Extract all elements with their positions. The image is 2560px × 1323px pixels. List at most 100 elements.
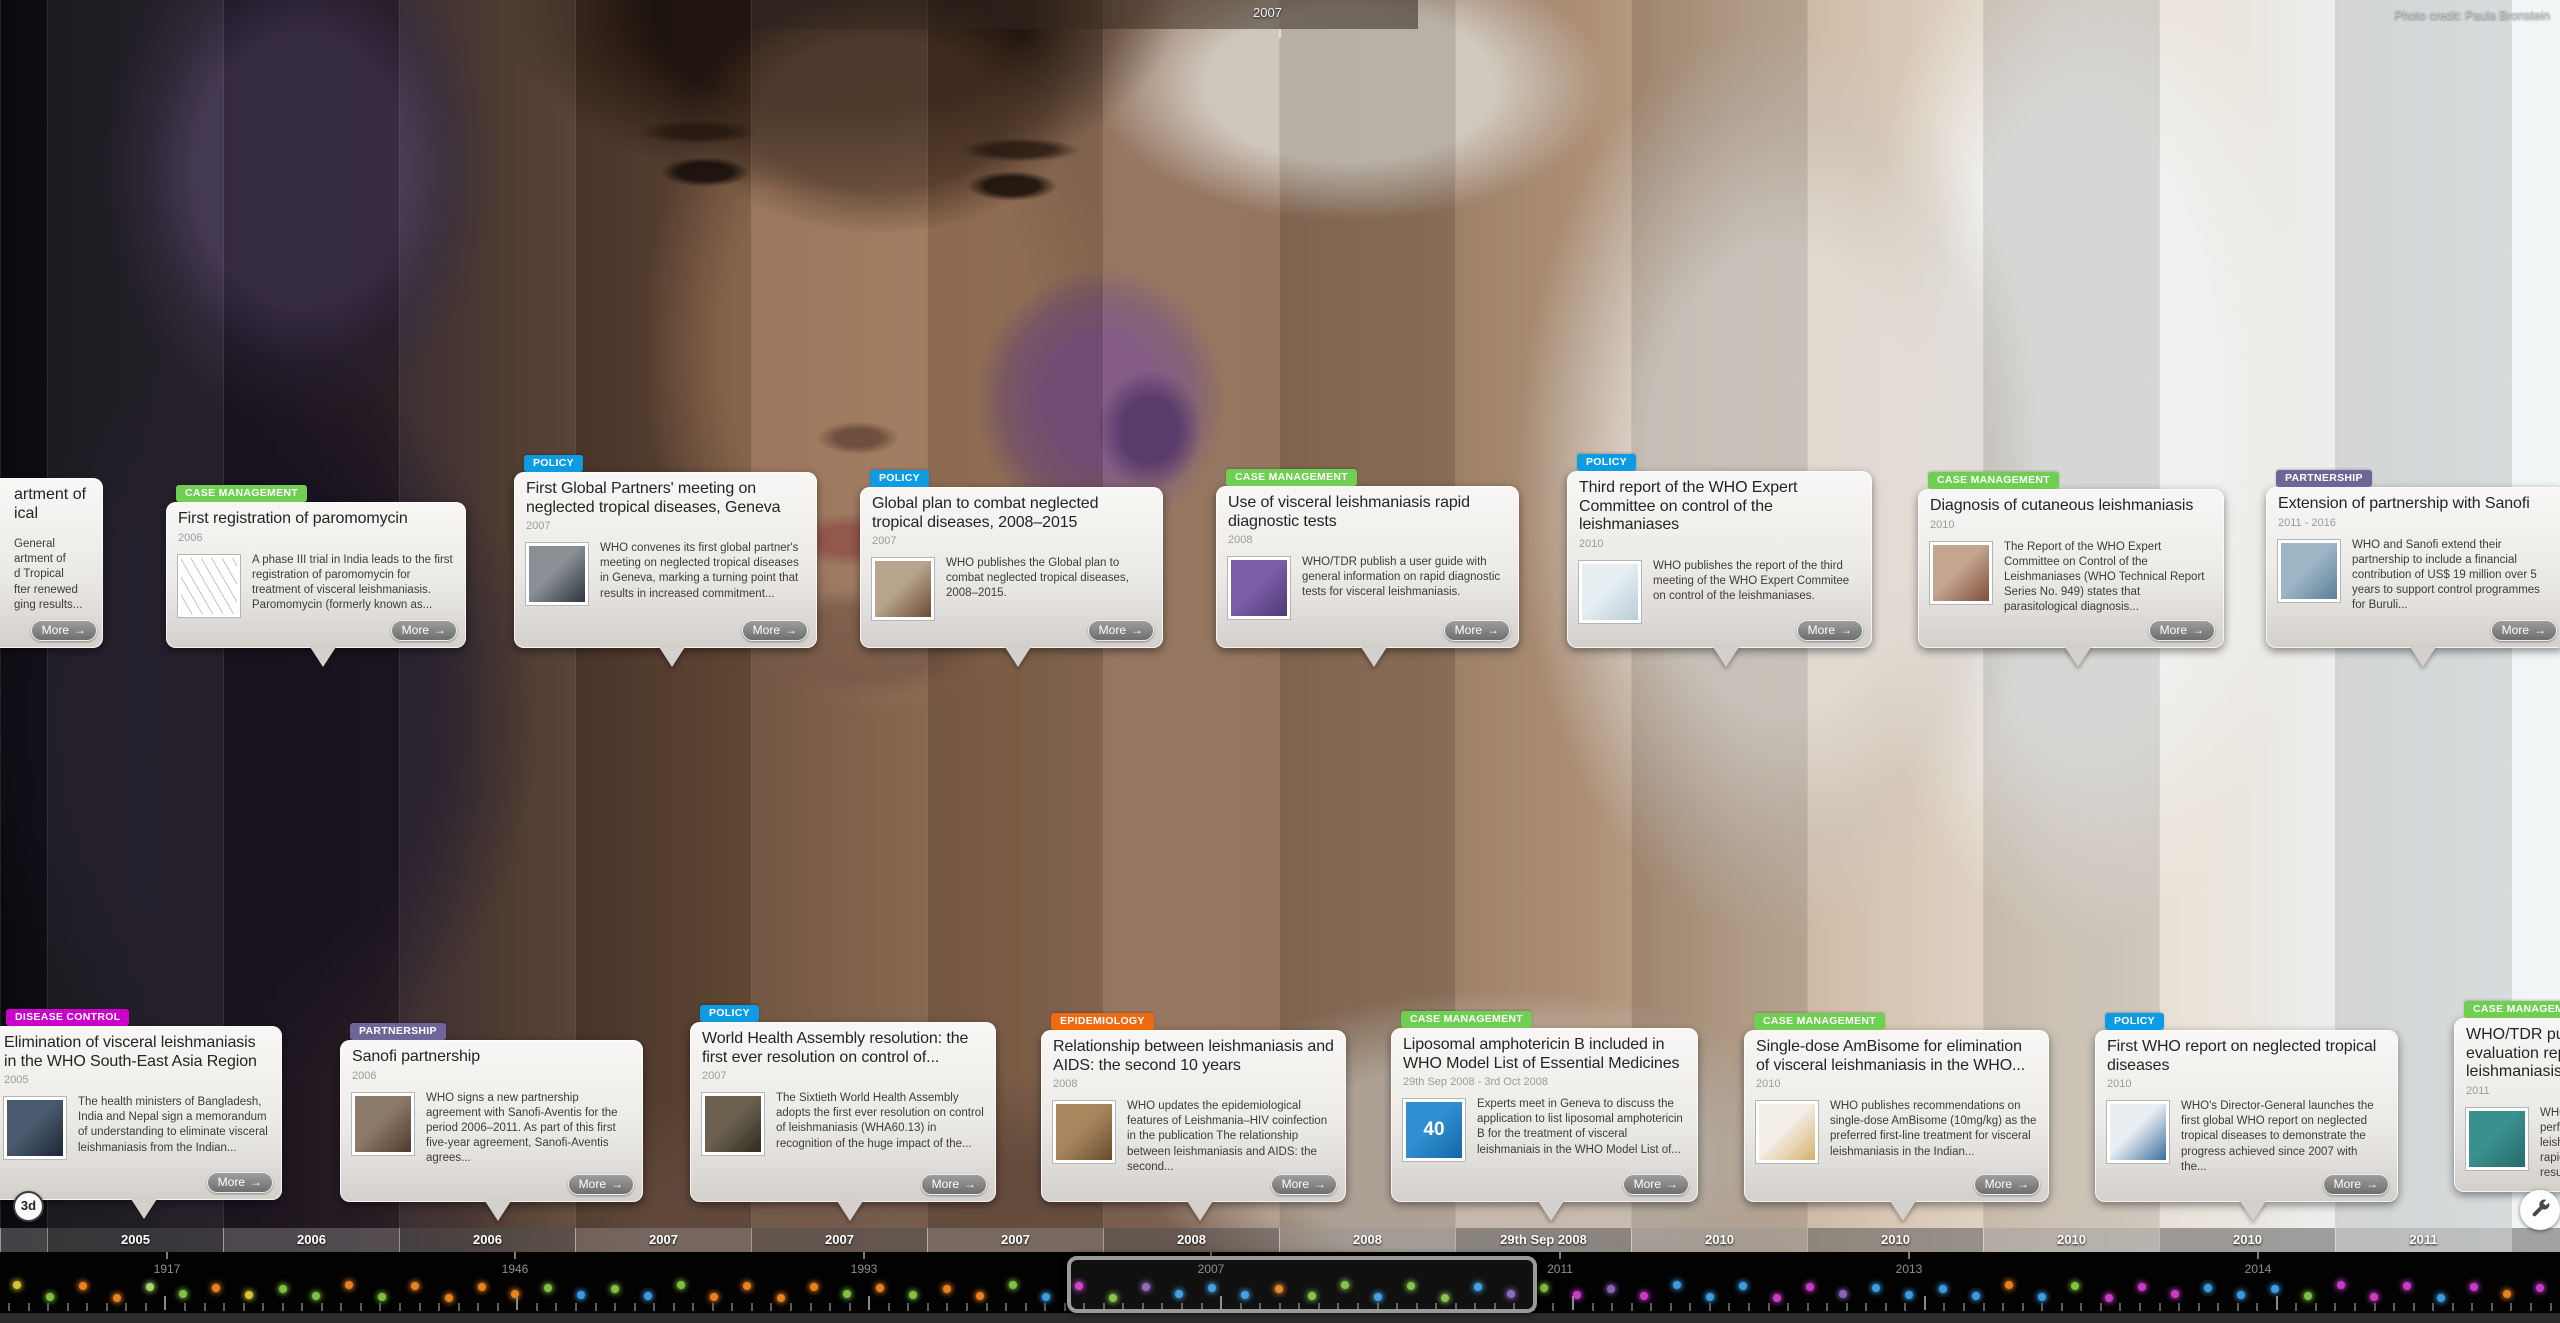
card-description-row: WHO and Sanofi extend their partnership …	[2278, 538, 2554, 614]
year-band-segment[interactable]: 2007	[751, 1228, 927, 1252]
year-band-segment[interactable]: 2007	[927, 1228, 1103, 1252]
event-dot	[179, 1290, 187, 1298]
event-card-top-3[interactable]: POLICYFirst Global Partners' meeting on …	[514, 472, 817, 648]
event-card-top-5[interactable]: CASE MANAGEMENTUse of visceral leishmani…	[1216, 486, 1519, 648]
photo-credit: Photo credit: Paula Bronstein	[2395, 8, 2550, 22]
ruler-tick	[223, 1303, 225, 1311]
ruler-tick	[86, 1303, 88, 1311]
card-title: Elimination of visceral leishmaniasis in…	[4, 1034, 270, 1071]
ruler-tick	[2393, 1303, 2395, 1311]
more-button[interactable]: More→	[1444, 620, 1510, 641]
ruler-tick	[829, 1303, 831, 1311]
event-card-bottom-8[interactable]: CASE MANAGEMENTWHO/TDR pulevaluation rep…	[2454, 1018, 2560, 1192]
year-band-segment[interactable]	[0, 1228, 47, 1252]
event-card-top-7[interactable]: CASE MANAGEMENTDiagnosis of cutaneous le…	[1918, 489, 2224, 648]
3d-view-button[interactable]: 3d	[13, 1191, 44, 1222]
event-card-bottom-3[interactable]: POLICYWorld Health Assembly resolution: …	[690, 1022, 996, 1202]
more-button[interactable]: More→	[2491, 620, 2557, 641]
event-card-bottom-6[interactable]: CASE MANAGEMENTSingle-dose AmBisome for …	[1744, 1030, 2049, 1202]
more-button[interactable]: More→	[742, 620, 808, 641]
event-dot	[312, 1292, 320, 1300]
current-period-label: 2007	[1253, 5, 1282, 20]
year-band-segment[interactable]: 2011	[2335, 1228, 2511, 1252]
category-badge: CASE MANAGEMENT	[1401, 1011, 1532, 1028]
card-date: 2007	[526, 520, 805, 532]
ruler-tick	[184, 1303, 186, 1311]
ruler-tick	[614, 1303, 616, 1311]
ruler-tick	[262, 1303, 264, 1311]
more-button[interactable]: More→	[1623, 1174, 1689, 1195]
category-badge: CASE MANAGEMENT	[2464, 1001, 2560, 1018]
year-band-segment[interactable]	[2511, 1228, 2560, 1252]
ruler-tick	[927, 1303, 929, 1311]
event-dot	[611, 1285, 619, 1293]
mini-timeline-tick	[1559, 1252, 1561, 1259]
category-badge: CASE MANAGEMENT	[1754, 1013, 1885, 1030]
ruler-tick	[47, 1303, 49, 1311]
event-card-bottom-5[interactable]: CASE MANAGEMENTLiposomal amphotericin B …	[1391, 1028, 1698, 1202]
event-card-bottom-7[interactable]: POLICYFirst WHO report on neglected trop…	[2095, 1030, 2398, 1202]
mini-timeline-year-label: 2007	[1198, 1262, 1225, 1276]
year-band-segment[interactable]: 2010	[2159, 1228, 2335, 1252]
card-description-fragment: WHO	[2540, 1106, 2560, 1121]
more-button[interactable]: More→	[207, 1172, 273, 1193]
ruler-tick	[810, 1303, 812, 1311]
event-dot	[1806, 1283, 1814, 1291]
card-pointer-tail	[2410, 647, 2436, 667]
card-description: A phase III trial in India leads to the …	[252, 553, 454, 614]
more-button[interactable]: More→	[568, 1174, 634, 1195]
ruler-tick	[2315, 1303, 2317, 1311]
more-button[interactable]: More→	[1088, 620, 1154, 641]
year-band-segment[interactable]: 2008	[1103, 1228, 1279, 1252]
event-card-top-2[interactable]: CASE MANAGEMENTFirst registration of par…	[166, 502, 466, 648]
card-date: 2007	[872, 535, 1151, 547]
card-description-row: WHOperforleishmrapidresult	[2466, 1106, 2560, 1182]
card-description-row: The Report of the WHO Expert Committee o…	[1930, 540, 2212, 616]
card-title: Use of visceral leishmaniasis rapid diag…	[1228, 494, 1507, 531]
event-card-top-6[interactable]: POLICYThird report of the WHO Expert Com…	[1567, 471, 1872, 648]
event-card-bottom-2[interactable]: PARTNERSHIPSanofi partnership2006WHO sig…	[340, 1040, 643, 1202]
range-slider[interactable]	[1067, 1256, 1537, 1313]
year-band-segment[interactable]: 2010	[1631, 1228, 1807, 1252]
event-card-top-8[interactable]: PARTNERSHIPExtension of partnership with…	[2266, 487, 2560, 648]
ruler-tick	[2550, 1303, 2552, 1311]
ruler-tick	[986, 1303, 988, 1311]
more-button[interactable]: More→	[2323, 1174, 2389, 1195]
ruler-tick	[1552, 1303, 1554, 1311]
assembly-hall-photo-thumb	[702, 1093, 764, 1155]
more-button[interactable]: More→	[31, 620, 97, 641]
event-card-bottom-1[interactable]: DISEASE CONTROLElimination of visceral l…	[0, 1026, 282, 1200]
ruler-tick	[2022, 1303, 2024, 1311]
more-button[interactable]: More→	[1797, 620, 1863, 641]
year-band-segment[interactable]: 2010	[1807, 1228, 1983, 1252]
event-dot	[1673, 1281, 1681, 1289]
wrench-icon	[2529, 1197, 2551, 1224]
ruler-tick	[634, 1303, 636, 1311]
mini-timeline-year-label: 2011	[1547, 1262, 1573, 1276]
event-card-bottom-4[interactable]: EPIDEMIOLOGYRelationship between leishma…	[1041, 1030, 1346, 1202]
year-band-segment[interactable]: 2007	[575, 1228, 751, 1252]
more-button[interactable]: More→	[391, 620, 457, 641]
more-button[interactable]: More→	[1974, 1174, 2040, 1195]
year-band-segment[interactable]: 2006	[399, 1228, 575, 1252]
ruler-tick	[2198, 1303, 2200, 1311]
event-card-top-1[interactable]: artment oficalGeneralartment ofd Tropica…	[0, 478, 103, 648]
year-band-segment[interactable]: 2010	[1983, 1228, 2159, 1252]
ruler-tick	[692, 1303, 694, 1311]
year-band-segment[interactable]: 2005	[47, 1228, 223, 1252]
event-dot	[2304, 1292, 2312, 1300]
more-label: More	[932, 1177, 959, 1191]
teal-report-cover-thumb	[2466, 1108, 2528, 1170]
event-card-top-4[interactable]: POLICYGlobal plan to combat neglected tr…	[860, 487, 1163, 648]
more-button[interactable]: More→	[921, 1174, 987, 1195]
year-band-segment[interactable]: 29th Sep 2008	[1455, 1228, 1631, 1252]
more-label: More	[402, 623, 429, 637]
more-label: More	[42, 623, 69, 637]
more-button[interactable]: More→	[2149, 620, 2215, 641]
year-band-segment[interactable]: 2008	[1279, 1228, 1455, 1252]
arrow-right-icon: →	[2366, 1177, 2378, 1191]
card-title: Extension of partnership with Sanofi	[2278, 495, 2554, 514]
more-button[interactable]: More→	[1271, 1174, 1337, 1195]
year-band-segment[interactable]: 2006	[223, 1228, 399, 1252]
settings-button[interactable]	[2520, 1190, 2560, 1230]
